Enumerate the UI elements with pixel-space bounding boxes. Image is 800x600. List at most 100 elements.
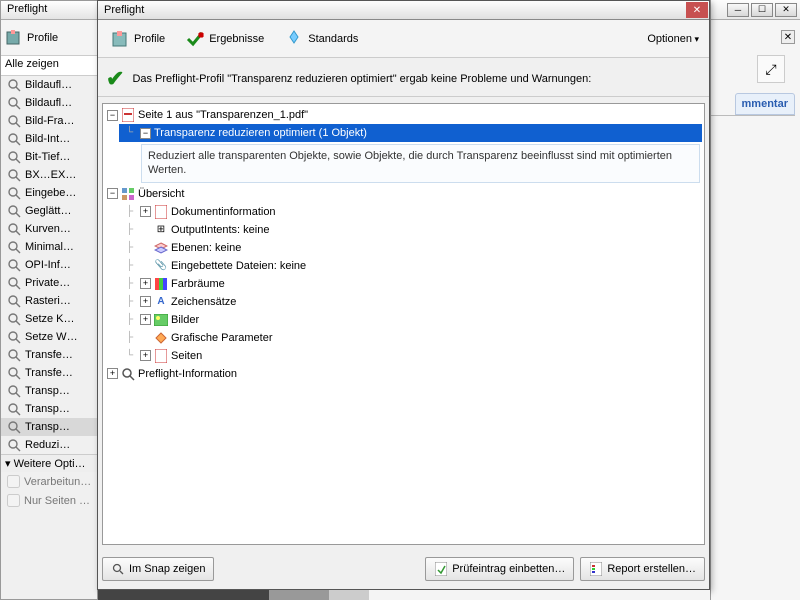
embed-audit-button[interactable]: Prüfeintrag einbetten… (425, 557, 574, 581)
fixup-node[interactable]: └ − Transparenz reduzieren optimiert (1 … (119, 124, 702, 142)
node-label: Farbräume (171, 276, 225, 292)
item-label: Reduzi… (25, 439, 70, 451)
expand-icon[interactable]: + (107, 368, 118, 379)
item-label: Bit-Tief… (25, 151, 70, 163)
list-item[interactable]: Reduzi… (1, 436, 97, 454)
node-label: Zeichensätze (171, 294, 236, 310)
font-icon: A (154, 295, 168, 309)
item-label: Setze K… (25, 313, 75, 325)
maximize-button[interactable]: ☐ (751, 3, 773, 17)
tab-profile[interactable]: Profile (102, 25, 173, 53)
list-item[interactable]: Bildaufl… (1, 76, 97, 94)
button-label: Im Snap zeigen (129, 563, 205, 575)
page-node[interactable]: − Seite 1 aus "Transparenzen_1.pdf" (105, 106, 702, 124)
panel-toolbar: Profile (1, 20, 97, 56)
list-item[interactable]: Private… (1, 274, 97, 292)
list-item[interactable]: Minimal… (1, 238, 97, 256)
tree-item-outputintents[interactable]: ├⊞OutputIntents: keine (119, 221, 702, 239)
expand-icon[interactable]: + (140, 314, 151, 325)
show-all-dropdown[interactable]: Alle zeigen (1, 56, 97, 76)
list-item[interactable]: Bildaufl… (1, 94, 97, 112)
tab-standards[interactable]: Standards (276, 25, 366, 53)
only-pages-checkbox[interactable]: Nur Seiten … (1, 491, 97, 510)
dialog-close-button[interactable]: ✕ (686, 2, 708, 18)
magnifier-icon (7, 330, 21, 344)
magnifier-icon (7, 114, 21, 128)
list-item[interactable]: Transfe… (1, 364, 97, 382)
item-label: Bildaufl… (25, 79, 72, 91)
list-item[interactable]: Geglätt… (1, 202, 97, 220)
item-label: Minimal… (25, 241, 74, 253)
profile-tab-label[interactable]: Profile (27, 32, 58, 44)
preflight-panel-background: Preflight Profile Alle zeigen Bildaufl…B… (0, 0, 98, 600)
expand-icon[interactable]: + (140, 350, 151, 361)
expand-icon[interactable]: + (140, 296, 151, 307)
tree-item-layers[interactable]: ├Ebenen: keine (119, 239, 702, 257)
list-item[interactable]: Bild-Fra… (1, 112, 97, 130)
item-label: Geglätt… (25, 205, 71, 217)
magnifier-icon (7, 150, 21, 164)
host-titlebar: ─ ☐ ✕ (711, 0, 800, 20)
list-item[interactable]: Transp… (1, 400, 97, 418)
preflight-info-node[interactable]: + Preflight-Information (105, 365, 702, 383)
magnifier-icon (7, 312, 21, 326)
collapse-icon[interactable]: − (107, 110, 118, 121)
close-button[interactable]: ✕ (775, 3, 797, 17)
item-label: Bildaufl… (25, 97, 72, 109)
host-window: ─ ☐ ✕ ✕ ⤢ mmentar (710, 0, 800, 600)
tree-item-docinfo[interactable]: ├+Dokumentinformation (119, 203, 702, 221)
processing-checkbox[interactable]: Verarbeitun… (1, 472, 97, 491)
dialog-titlebar[interactable]: Preflight ✕ (98, 1, 709, 20)
tree-item-pages[interactable]: └+Seiten (119, 347, 702, 365)
list-item[interactable]: Transfe… (1, 346, 97, 364)
colorspace-icon (154, 277, 168, 291)
list-item[interactable]: Transp… (1, 418, 97, 436)
tree-item-embedded[interactable]: ├📎Eingebettete Dateien: keine (119, 257, 702, 275)
dialog-toolbar: Profile Ergebnisse Standards Optionen (98, 20, 709, 58)
magnifier-icon (7, 438, 21, 452)
collapse-icon[interactable]: − (107, 188, 118, 199)
minimize-button[interactable]: ─ (727, 3, 749, 17)
result-header: ✔ Das Preflight-Profil "Transparenz redu… (98, 58, 709, 97)
show-in-snap-button[interactable]: Im Snap zeigen (102, 557, 214, 581)
create-report-button[interactable]: Report erstellen… (580, 557, 705, 581)
list-item[interactable]: OPI-Inf… (1, 256, 97, 274)
list-item[interactable]: BX…EX… (1, 166, 97, 184)
report-icon (589, 562, 603, 576)
more-options-toggle[interactable]: ▾ Weitere Opti… (1, 454, 97, 472)
magnifier-icon (7, 420, 21, 434)
tab-label: Ergebnisse (209, 33, 264, 45)
tab-kommentar[interactable]: mmentar (735, 93, 795, 115)
list-item[interactable]: Kurven… (1, 220, 97, 238)
expand-icon[interactable]: + (140, 278, 151, 289)
tree-item-graphics[interactable]: ├Grafische Parameter (119, 329, 702, 347)
tree-item-fonts[interactable]: ├+AZeichensätze (119, 293, 702, 311)
list-item[interactable]: Rasteri… (1, 292, 97, 310)
list-item[interactable]: Bit-Tief… (1, 148, 97, 166)
profile-icon (5, 29, 23, 47)
profile-list[interactable]: Bildaufl… Bildaufl… Bild-Fra…Bild-Int… Bit-… (1, 76, 97, 454)
expand-icon[interactable]: + (140, 206, 151, 217)
magnifier-icon (7, 168, 21, 182)
options-menu[interactable]: Optionen (641, 29, 705, 49)
item-label: Transfe… (25, 349, 73, 361)
list-item[interactable]: Transp… (1, 382, 97, 400)
result-tree[interactable]: − Seite 1 aus "Transparenzen_1.pdf" └ − … (102, 103, 705, 545)
list-item[interactable]: Eingebe… (1, 184, 97, 202)
expand-icon[interactable]: ⤢ (757, 55, 785, 83)
tree-item-colorspaces[interactable]: ├+Farbräume (119, 275, 702, 293)
item-label: Transp… (25, 385, 70, 397)
node-label: Übersicht (138, 186, 184, 202)
list-item[interactable]: Bild-Int… (1, 130, 97, 148)
panel-close-icon[interactable]: ✕ (781, 30, 795, 44)
overview-node[interactable]: − Übersicht (105, 185, 702, 203)
pdf-icon (121, 108, 135, 122)
layers-icon (154, 241, 168, 255)
list-item[interactable]: Setze W… (1, 328, 97, 346)
list-item[interactable]: Setze K… (1, 310, 97, 328)
diamond-icon (154, 331, 168, 345)
tree-item-images[interactable]: ├+Bilder (119, 311, 702, 329)
collapse-icon[interactable]: − (140, 128, 151, 139)
magnifier-icon (7, 186, 21, 200)
tab-ergebnisse[interactable]: Ergebnisse (177, 25, 272, 53)
